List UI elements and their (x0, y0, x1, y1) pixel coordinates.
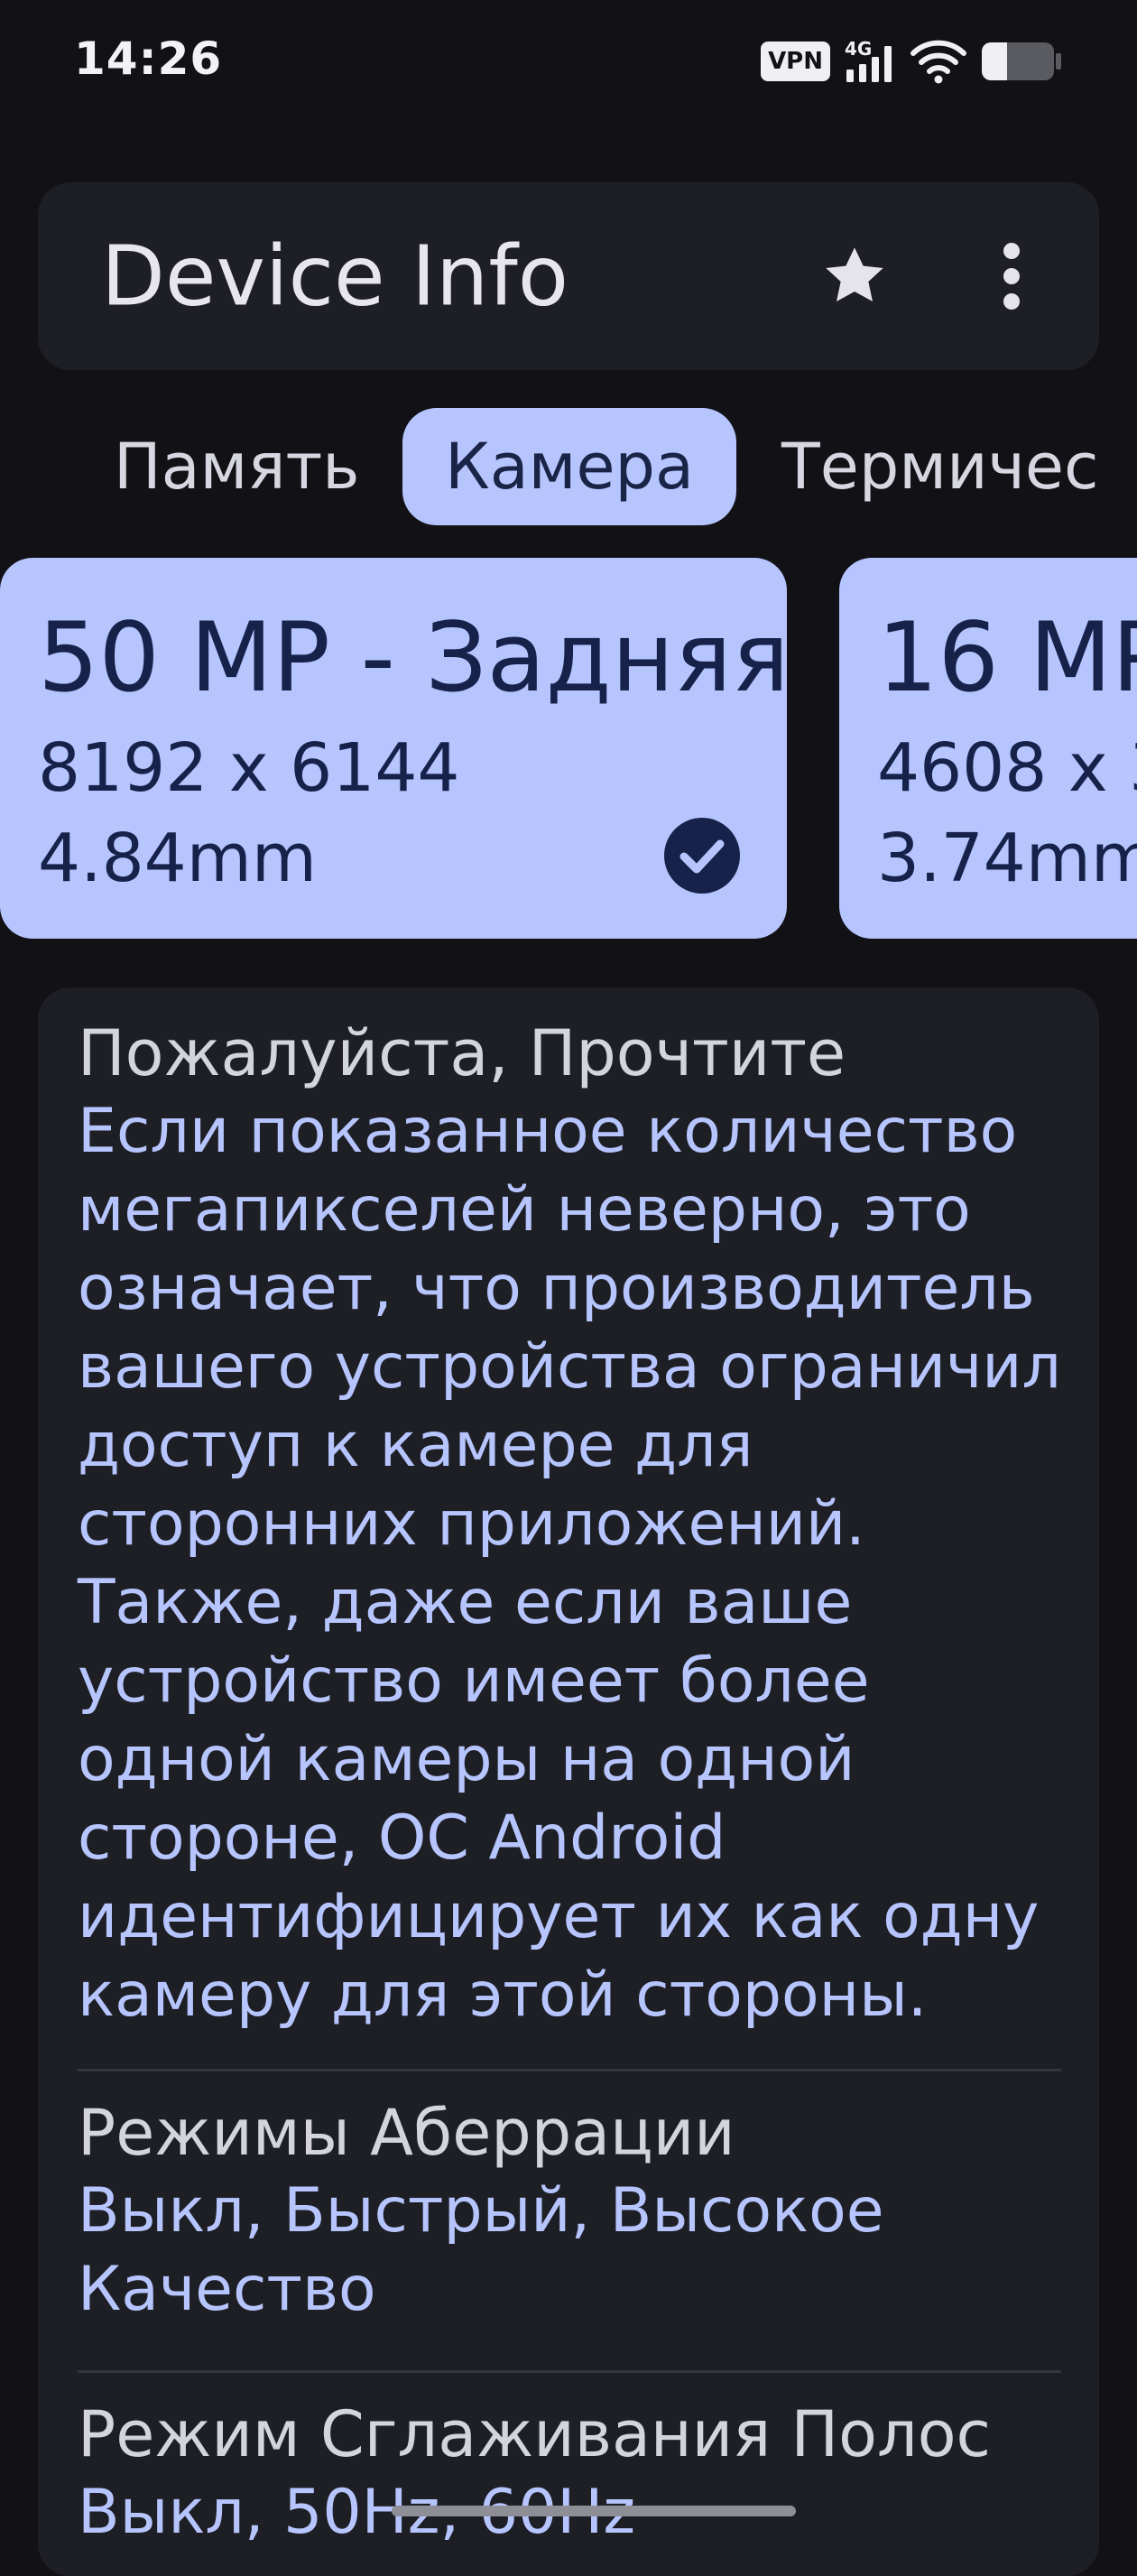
section-heading: Режим Сглаживания Полос (78, 2397, 992, 2471)
more-vert-icon (1003, 243, 1020, 310)
body-line: доступ к камере для (78, 1410, 753, 1481)
body-line: Также, даже если ваше (78, 1567, 853, 1638)
navigation-gesture-bar[interactable] (392, 2506, 796, 2516)
body-line: одной камеры на одной (78, 1724, 855, 1795)
section-body: Если показанное количество мегапикселей … (78, 1092, 1061, 2034)
camera-card-second[interactable]: 16 MP 4608 x 3 3.74mm (839, 558, 1137, 939)
camera-resolution: 4608 x 3 (877, 729, 1137, 807)
section-heading: Пожалуйста, Прочтите (78, 1016, 846, 1090)
network-type-label: 4G (845, 39, 872, 60)
top-app-bar: Device Info (38, 182, 1099, 370)
camera-focal-length: 4.84mm (38, 820, 317, 897)
status-icons: VPN 4G (761, 36, 1063, 87)
app-title: Device Info (101, 227, 568, 325)
body-line: камеру для этой стороны. (78, 1960, 928, 2031)
tab-memory[interactable]: Память (114, 408, 359, 525)
body-line: сторонних приложений. (78, 1488, 865, 1560)
camera-title: 16 MP (877, 602, 1137, 713)
status-time: 14:26 (74, 32, 223, 85)
tab-camera[interactable]: Камера (402, 408, 736, 525)
signal-icon: 4G (845, 39, 892, 82)
divider (78, 2069, 1061, 2071)
star-icon (826, 247, 883, 301)
read-notice-section: Пожалуйста, Прочтите Если показанное кол… (78, 1015, 1061, 2034)
check-circle-icon (664, 818, 740, 894)
status-bar: 14:26 VPN 4G (0, 0, 1137, 126)
body-line: устройство имеет более (78, 1645, 870, 1717)
divider (78, 2370, 1061, 2373)
body-line: вашего устройства ограничил (78, 1331, 1061, 1403)
vpn-badge: VPN (761, 42, 830, 81)
body-line: Качество (78, 2254, 376, 2325)
category-tabs: Память Камера Термичес (0, 404, 1137, 527)
camera-focal-length: 3.74mm (877, 820, 1137, 897)
section-heading: Режимы Аберрации (78, 2096, 735, 2170)
battery-icon (982, 42, 1061, 80)
antibanding-mode-section: Режим Сглаживания Полос Выкл, 50Hz, 60Hz (78, 2395, 1061, 2552)
body-line: Если показанное количество (78, 1096, 1018, 1167)
wifi-icon (911, 40, 966, 84)
tab-thermal[interactable]: Термичес (781, 408, 1098, 525)
camera-selector: 50 MP - Задняя 8192 x 6144 4.84mm 16 MP … (0, 558, 1137, 939)
body-line: означает, что производитель (78, 1253, 1035, 1324)
camera-resolution: 8192 x 6144 (38, 729, 460, 807)
camera-title: 50 MP - Задняя (38, 602, 790, 713)
more-options-button[interactable] (962, 227, 1061, 326)
body-line: стороне, ОС Android (78, 1802, 726, 1874)
section-body: Выкл, Быстрый, Высокое Качество (78, 2172, 1061, 2329)
favorite-button[interactable] (805, 227, 904, 326)
body-line: идентифицирует их как одну (78, 1881, 1040, 1952)
body-line: мегапикселей неверно, это (78, 1174, 971, 1246)
camera-info-panel: Пожалуйста, Прочтите Если показанное кол… (38, 987, 1099, 2576)
aberration-modes-section: Режимы Аберрации Выкл, Быстрый, Высокое … (78, 2094, 1061, 2329)
body-line: Выкл, Быстрый, Высокое (78, 2175, 884, 2247)
